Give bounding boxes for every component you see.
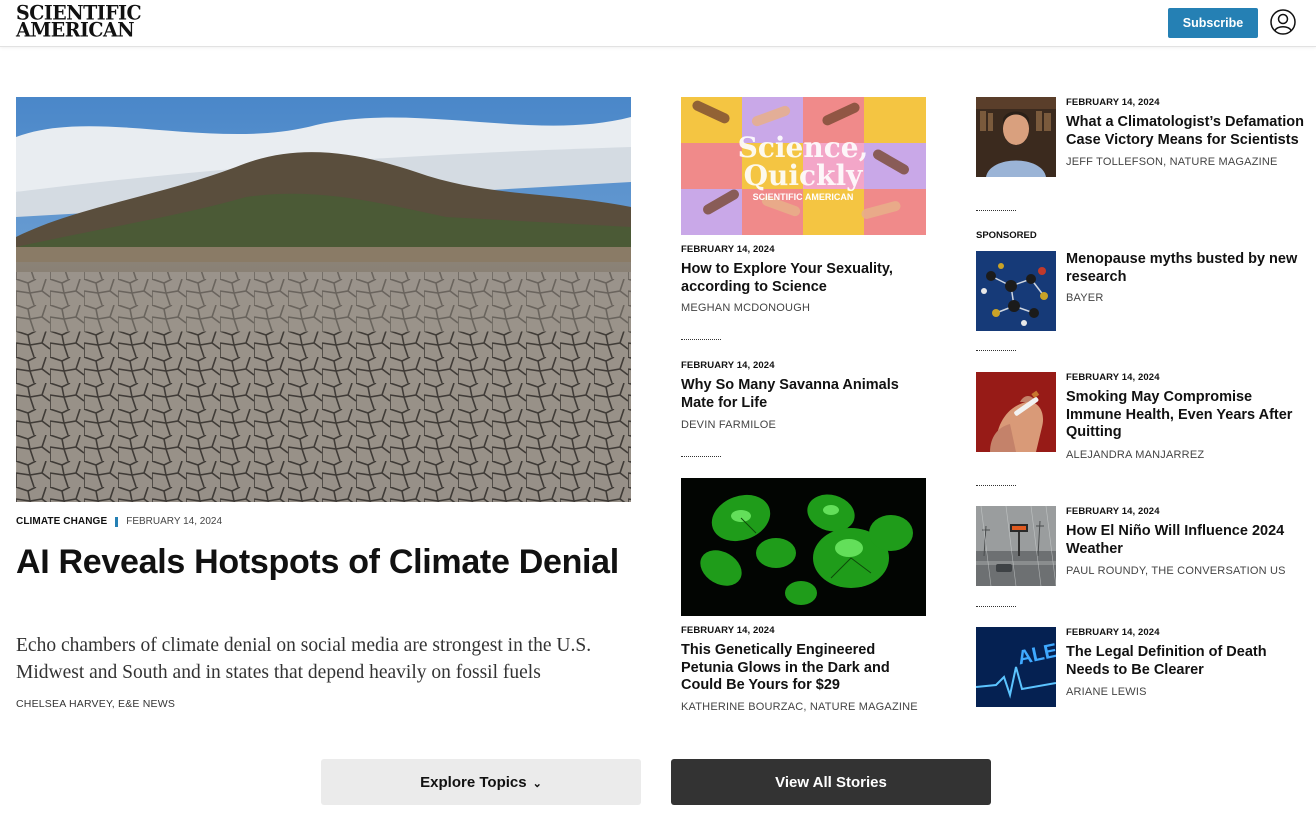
story-date: FEBRUARY 14, 2024 — [1066, 506, 1160, 517]
molecule-thumbnail[interactable] — [976, 251, 1056, 331]
storm-weather-thumbnail[interactable] — [976, 506, 1056, 586]
story-card[interactable]: FEBRUARY 14, 2024 Why So Many Savanna An… — [681, 360, 926, 431]
hero-meta: CLIMATE CHANGE FEBRUARY 14, 2024 — [16, 516, 222, 527]
climatologist-thumbnail[interactable] — [976, 97, 1056, 177]
story-byline: DEVIN FARMILOE — [681, 419, 777, 431]
subscribe-button[interactable]: Subscribe — [1168, 8, 1258, 38]
story-byline: KATHERINE BOURZAC, NATURE MAGAZINE — [681, 700, 918, 713]
chevron-down-icon: ⌄ — [532, 777, 542, 790]
hero-byline: CHELSEA HARVEY, E&E NEWS — [16, 698, 176, 710]
story-card[interactable]: FEBRUARY 14, 2024 Smoking May Compromise… — [976, 372, 1306, 461]
story-byline: MEGHAN MCDONOUGH — [681, 302, 811, 314]
story-card[interactable]: FEBRUARY 14, 2024 How El Niño Will Influ… — [976, 506, 1306, 586]
podcast-thumbnail[interactable]: Science, Quickly SCIENTIFIC AMERICAN — [681, 97, 926, 235]
explore-topics-button[interactable]: Explore Topics ⌄ — [321, 759, 641, 805]
sponsored-card[interactable]: Menopause myths busted by new research B… — [976, 251, 1306, 331]
story-byline: ARIANE LEWIS — [1066, 686, 1147, 698]
story-byline: ALEJANDRA MANJARREZ — [1066, 448, 1205, 461]
divider — [976, 350, 1016, 351]
story-date: FEBRUARY 14, 2024 — [1066, 627, 1160, 638]
story-title[interactable]: How to Explore Your Sexuality, according… — [681, 261, 926, 296]
story-date: FEBRUARY 14, 2024 — [681, 360, 775, 371]
site-logo[interactable]: SCIENTIFIC AMERICAN — [16, 3, 142, 42]
divider — [976, 210, 1016, 211]
hero-date: FEBRUARY 14, 2024 — [126, 516, 223, 527]
divider — [681, 339, 721, 340]
story-date: FEBRUARY 14, 2024 — [681, 625, 775, 636]
story-title[interactable]: How El Niño Will Influence 2024 Weather — [1066, 523, 1306, 558]
story-title[interactable]: Menopause myths busted by new research — [1066, 251, 1306, 286]
story-title[interactable]: Why So Many Savanna Animals Mate for Lif… — [681, 377, 926, 412]
divider — [976, 485, 1016, 486]
story-date: FEBRUARY 14, 2024 — [681, 244, 775, 255]
story-byline: JEFF TOLLEFSON, NATURE MAGAZINE — [1066, 156, 1278, 168]
podcast-brand: SCIENTIFIC AMERICAN — [753, 192, 854, 202]
story-byline: PAUL ROUNDY, THE CONVERSATION US — [1066, 565, 1286, 577]
story-date: FEBRUARY 14, 2024 — [1066, 372, 1160, 383]
hero-dek: Echo chambers of climate denial on socia… — [16, 635, 592, 683]
story-title[interactable]: This Genetically Engineered Petunia Glow… — [681, 642, 926, 695]
story-card[interactable]: FEBRUARY 14, 2024 What a Climatologist’s… — [976, 97, 1306, 177]
hero-title[interactable]: AI Reveals Hotspots of Climate Denial — [16, 543, 626, 582]
story-date: FEBRUARY 14, 2024 — [1066, 97, 1160, 108]
heart-monitor-thumbnail[interactable]: ALE — [976, 627, 1056, 707]
podcast-title-line2: Quickly — [744, 159, 863, 192]
story-card[interactable]: ALE FEBRUARY 14, 2024 The Legal Definiti… — [976, 627, 1306, 707]
hero-category[interactable]: CLIMATE CHANGE — [16, 516, 107, 527]
glowing-petunia-thumbnail[interactable] — [681, 478, 926, 616]
explore-topics-label: Explore Topics — [420, 773, 527, 791]
sponsored-label: SPONSORED — [976, 230, 1037, 241]
divider — [976, 606, 1016, 607]
meta-divider — [115, 516, 119, 527]
site-header: SCIENTIFIC AMERICAN Subscribe — [0, 0, 1316, 47]
story-title[interactable]: The Legal Definition of Death Needs to B… — [1066, 644, 1306, 679]
story-card[interactable]: FEBRUARY 14, 2024 This Genetically Engin… — [681, 478, 926, 713]
story-title[interactable]: Smoking May Compromise Immune Health, Ev… — [1066, 389, 1306, 442]
account-icon[interactable] — [1270, 9, 1296, 35]
sponsor-name: BAYER — [1066, 292, 1104, 304]
view-all-stories-button[interactable]: View All Stories — [671, 759, 991, 805]
story-title[interactable]: What a Climatologist’s Defamation Case V… — [1066, 114, 1306, 149]
divider — [681, 456, 721, 457]
hero-image[interactable] — [16, 97, 631, 502]
story-card[interactable]: Science, Quickly SCIENTIFIC AMERICAN FEB… — [681, 97, 926, 314]
logo-line-2: AMERICAN — [16, 18, 135, 42]
smoking-thumbnail[interactable] — [976, 372, 1056, 452]
